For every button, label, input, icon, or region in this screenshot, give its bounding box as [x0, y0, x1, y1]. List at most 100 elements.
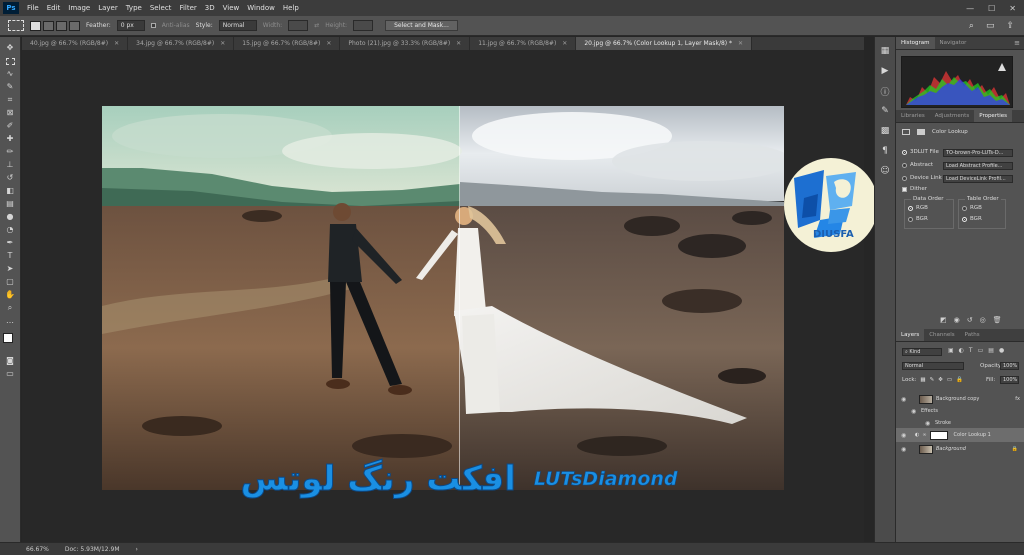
tab-navigator[interactable]: Navigator	[935, 37, 972, 49]
abstract-radio[interactable]	[902, 162, 907, 168]
lock-image-icon[interactable]: ✎	[930, 377, 935, 383]
width-input[interactable]	[288, 20, 309, 31]
tab-11[interactable]: 11.jpg @ 66.7% (RGB/8#) ✕	[470, 37, 577, 50]
height-input[interactable]	[353, 20, 374, 31]
eye-icon[interactable]: ◉	[925, 420, 932, 427]
tab-photo-21[interactable]: Photo (21).jpg @ 33.3% (RGB/8#) ✕	[340, 37, 471, 50]
style-select[interactable]: Normal	[218, 20, 257, 31]
add-selection-icon[interactable]	[43, 20, 54, 31]
info-icon[interactable]: ⓘ	[879, 85, 891, 98]
tab-paths[interactable]: Paths	[960, 329, 985, 341]
tab-20-active[interactable]: 20.jpg @ 66.7% (Color Lookup 1, Layer Ma…	[576, 37, 753, 50]
fx-icon[interactable]: fx	[1015, 396, 1020, 402]
device-link-select[interactable]: Load DeviceLink Profil...	[943, 175, 1013, 183]
layer-row[interactable]: ◉ Background 🔒	[896, 443, 1024, 455]
zoom-tool-icon[interactable]: ⌕	[4, 303, 16, 313]
menu-edit[interactable]: Edit	[43, 4, 65, 12]
quick-selection-icon[interactable]: ✎	[4, 82, 16, 92]
tab-channels[interactable]: Channels	[924, 329, 959, 341]
close-icon[interactable]: ✕	[220, 40, 225, 47]
share-icon[interactable]: ⇪	[1006, 21, 1014, 31]
new-selection-icon[interactable]	[30, 20, 41, 31]
filter-kind-select[interactable]: ⌕ Kind	[902, 348, 942, 356]
filter-toggle-icon[interactable]: ●	[999, 347, 1004, 354]
status-menu-arrow[interactable]: ›	[136, 546, 138, 553]
abstract-select[interactable]: Load Abstract Profile...	[943, 162, 1013, 170]
panel-menu-icon[interactable]: ≡	[1014, 37, 1024, 49]
tab-adjustments[interactable]: Adjustments	[930, 110, 974, 122]
visibility-icon[interactable]: ◎	[980, 316, 986, 324]
filter-adjustment-icon[interactable]: ◐	[959, 347, 964, 354]
lut-file-radio[interactable]	[902, 149, 907, 155]
path-selection-icon[interactable]: ➤	[4, 264, 16, 274]
clone-stamp-icon[interactable]: ⊥	[4, 160, 16, 170]
tab-15[interactable]: 15.jpg @ 66.7% (RGB/8#) ✕	[234, 37, 341, 50]
eye-icon[interactable]: ◉	[911, 408, 918, 415]
device-link-radio[interactable]	[902, 175, 907, 181]
marquee-tool-icon[interactable]	[4, 56, 16, 66]
move-tool-icon[interactable]: ✥	[4, 43, 16, 53]
table-bgr-radio[interactable]	[962, 216, 967, 222]
lock-position-icon[interactable]: ✥	[938, 377, 943, 383]
people-icon[interactable]: ☺	[879, 165, 891, 177]
intersect-selection-icon[interactable]	[69, 20, 80, 31]
lock-artboard-icon[interactable]: ▭	[947, 377, 952, 383]
close-icon[interactable]: ✕	[326, 40, 331, 47]
layer-row-selected[interactable]: ◉ ◐ ∞ Color Lookup 1	[896, 428, 1024, 442]
fill-input[interactable]: 100%	[1000, 376, 1019, 384]
layer-effects-row[interactable]: ◉ Effects	[896, 405, 1024, 417]
workspace-icon[interactable]: ▭	[986, 21, 995, 31]
layer-row[interactable]: ◉ Background copy fx	[896, 393, 1024, 405]
chain-icon[interactable]: ∞	[922, 432, 926, 438]
feather-input[interactable]: 0 px	[116, 20, 145, 31]
lock-all-icon[interactable]: 🔒	[956, 377, 963, 383]
antialias-checkbox[interactable]	[150, 23, 156, 28]
dither-checkbox[interactable]	[902, 186, 907, 192]
close-icon[interactable]: ✕	[562, 40, 567, 47]
filter-pixel-icon[interactable]: ▣	[948, 347, 954, 354]
eraser-icon[interactable]: ◧	[4, 186, 16, 196]
tab-properties[interactable]: Properties	[974, 110, 1013, 122]
eye-icon[interactable]: ◉	[901, 432, 908, 439]
close-icon[interactable]: ✕	[456, 40, 461, 47]
filter-type-icon[interactable]: T	[969, 347, 973, 354]
menu-file[interactable]: File	[23, 4, 43, 12]
blur-icon[interactable]: ●	[4, 212, 16, 222]
close-icon[interactable]: ✕	[738, 40, 743, 47]
data-rgb-radio[interactable]	[908, 205, 913, 211]
tab-histogram[interactable]: Histogram	[896, 37, 935, 49]
brush-tool-icon[interactable]: ✏	[4, 147, 16, 157]
character-icon[interactable]: ¶	[879, 145, 891, 157]
marquee-tool-preset-icon[interactable]	[8, 20, 24, 31]
clip-to-layer-icon[interactable]: ◩	[940, 316, 947, 324]
brush-settings-icon[interactable]: ✎	[879, 105, 891, 117]
quick-mask-icon[interactable]: ◙	[4, 356, 16, 366]
tab-layers[interactable]: Layers	[896, 329, 925, 341]
gradient-icon[interactable]: ▤	[4, 199, 16, 209]
healing-brush-icon[interactable]: ✚	[4, 134, 16, 144]
select-and-mask-button[interactable]: Select and Mask...	[385, 20, 458, 31]
document-image[interactable]	[102, 106, 784, 490]
pen-tool-icon[interactable]: ✒	[4, 238, 16, 248]
trash-icon[interactable]: 🗑	[993, 316, 1002, 324]
table-rgb-radio[interactable]	[962, 205, 967, 211]
filter-shape-icon[interactable]: ▭	[978, 347, 984, 354]
history-panel-icon[interactable]: ▦	[879, 45, 891, 57]
blend-mode-select[interactable]: Normal	[902, 362, 964, 370]
eyedropper-icon[interactable]: ✐	[4, 121, 16, 131]
lut-file-select[interactable]: TO-brown-Pro-LUTs-D...	[943, 149, 1013, 157]
data-bgr-radio[interactable]	[908, 216, 913, 222]
view-previous-icon[interactable]: ◉	[954, 316, 960, 324]
history-brush-icon[interactable]: ↺	[4, 173, 16, 183]
lock-pixels-icon[interactable]: ▦	[920, 377, 925, 383]
layer-mask-icon[interactable]	[917, 129, 925, 135]
screen-mode-icon[interactable]: ▭	[4, 369, 16, 379]
close-window-button[interactable]: ✕	[1009, 4, 1016, 13]
dodge-icon[interactable]: ◔	[4, 225, 16, 235]
frame-tool-icon[interactable]: ⊠	[4, 108, 16, 118]
menu-view[interactable]: View	[219, 4, 244, 12]
maximize-button[interactable]: ☐	[988, 4, 995, 13]
tab-libraries[interactable]: Libraries	[896, 110, 930, 122]
swatches-icon[interactable]: ▩	[879, 125, 891, 137]
reset-icon[interactable]: ↺	[967, 316, 973, 324]
